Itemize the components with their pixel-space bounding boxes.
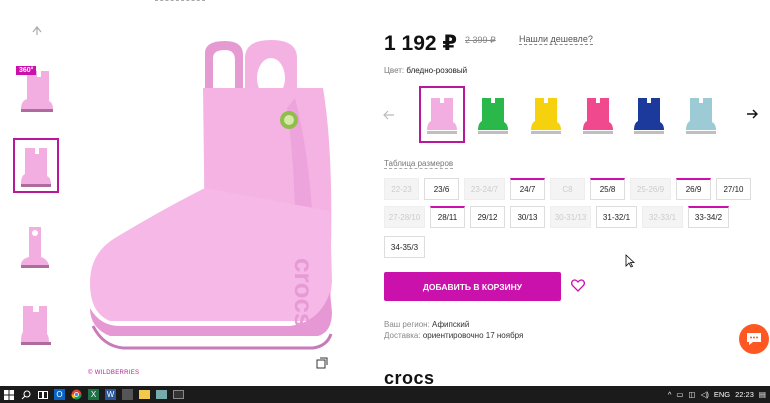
windows-taskbar: O X W ^ ▭ ◫ ◁) ENG 22:23 ▤ (0, 386, 770, 403)
delivery-label: Доставка: (384, 331, 421, 340)
size-option: 25-26/9 (630, 178, 671, 200)
size-option: 32-33/1 (642, 206, 683, 228)
outlook-icon[interactable]: O (51, 386, 68, 403)
color-swatch-2[interactable] (470, 86, 516, 143)
size-option[interactable]: 26/9 (676, 178, 711, 200)
color-swatch-5[interactable] (626, 86, 672, 143)
size-option: 30-31/13 (550, 206, 591, 228)
size-option: 22-23 (384, 178, 419, 200)
size-option[interactable]: 30/13 (510, 206, 545, 228)
current-price: 1 192 ₽ (384, 32, 457, 55)
watermark: © WILDBERRIES (88, 370, 140, 376)
product-page: 360° crocs © WILDBERRIES 1 192 ₽ 2 399 ₽… (0, 0, 770, 403)
region-label: Ваш регион: (384, 320, 430, 329)
color-value: бледно-розовый (406, 66, 468, 75)
old-price: 2 399 ₽ (465, 35, 496, 45)
file-explorer-icon[interactable] (136, 386, 153, 403)
badge-360[interactable]: 360° (16, 66, 37, 75)
color-swatch-6[interactable] (678, 86, 724, 143)
terminal-icon[interactable] (170, 386, 187, 403)
mouse-cursor-icon (625, 254, 636, 268)
size-option[interactable]: 33-34/2 (688, 206, 729, 228)
favorite-heart-icon[interactable] (570, 279, 586, 293)
size-option[interactable]: 24/7 (510, 178, 545, 200)
svg-text:crocs: crocs (289, 258, 319, 327)
size-option[interactable]: 34-35/3 (384, 236, 425, 258)
thumbnail-3[interactable] (13, 218, 59, 273)
color-swatch-4[interactable] (575, 86, 621, 143)
color-swatch-3[interactable] (523, 86, 569, 143)
language-indicator[interactable]: ENG (714, 390, 730, 399)
battery-icon[interactable]: ▭ (676, 390, 683, 399)
add-to-cart-button[interactable]: ДОБАВИТЬ В КОРЗИНУ (384, 272, 561, 301)
size-option: 27-28/10 (384, 206, 425, 228)
fullscreen-icon[interactable] (316, 356, 328, 369)
network-icon[interactable]: ◫ (689, 390, 696, 399)
size-option[interactable]: 27/10 (716, 178, 751, 200)
volume-icon[interactable]: ◁) (701, 390, 709, 399)
task-view-icon[interactable] (34, 386, 51, 403)
color-label: Цвет: (384, 66, 405, 75)
delivery-info: Доставка: ориентировочно 17 ноября (384, 331, 523, 340)
size-table-link[interactable]: Таблица размеров (384, 159, 454, 169)
color-swatch-1[interactable] (419, 86, 465, 143)
chat-button[interactable] (739, 324, 769, 354)
size-option[interactable]: 31-32/1 (596, 206, 637, 228)
region-info: Ваш регион: Афипский (384, 320, 469, 329)
found-cheaper-link[interactable]: Нашли дешевле? (519, 34, 593, 45)
size-option[interactable]: 25/8 (590, 178, 625, 200)
thumbs-up-arrow-icon[interactable] (29, 24, 45, 40)
color-info: Цвет: бледно-розовый (384, 66, 467, 75)
main-product-image[interactable]: crocs (85, 38, 335, 358)
thumbnail-2[interactable] (13, 138, 59, 193)
notifications-icon[interactable]: ▤ (759, 390, 766, 399)
delivery-value: ориентировочно 17 ноября (422, 331, 524, 340)
word-icon[interactable]: W (102, 386, 119, 403)
chat-icon (747, 333, 761, 345)
size-option[interactable]: 28/11 (430, 206, 465, 228)
size-option[interactable]: 23/6 (424, 178, 459, 200)
size-option: C8 (550, 178, 585, 200)
thumbnail-4[interactable] (13, 295, 59, 350)
photos-icon[interactable] (153, 386, 170, 403)
swatches-prev-arrow-icon[interactable] (383, 108, 395, 123)
swatches-next-arrow-icon[interactable] (746, 106, 758, 122)
search-icon[interactable] (17, 386, 34, 403)
clock[interactable]: 22:23 (735, 390, 754, 399)
region-value[interactable]: Афипский (432, 320, 469, 329)
chevron-up-icon[interactable]: ^ (668, 390, 672, 399)
top-divider (155, 0, 205, 1)
store-icon[interactable] (119, 386, 136, 403)
excel-icon[interactable]: X (85, 386, 102, 403)
size-option[interactable]: 29/12 (470, 206, 505, 228)
chrome-icon[interactable] (68, 386, 85, 403)
size-option: 23-24/7 (464, 178, 505, 200)
windows-start-icon[interactable] (0, 386, 17, 403)
system-tray: ^ ▭ ◫ ◁) ENG 22:23 ▤ (668, 386, 766, 403)
